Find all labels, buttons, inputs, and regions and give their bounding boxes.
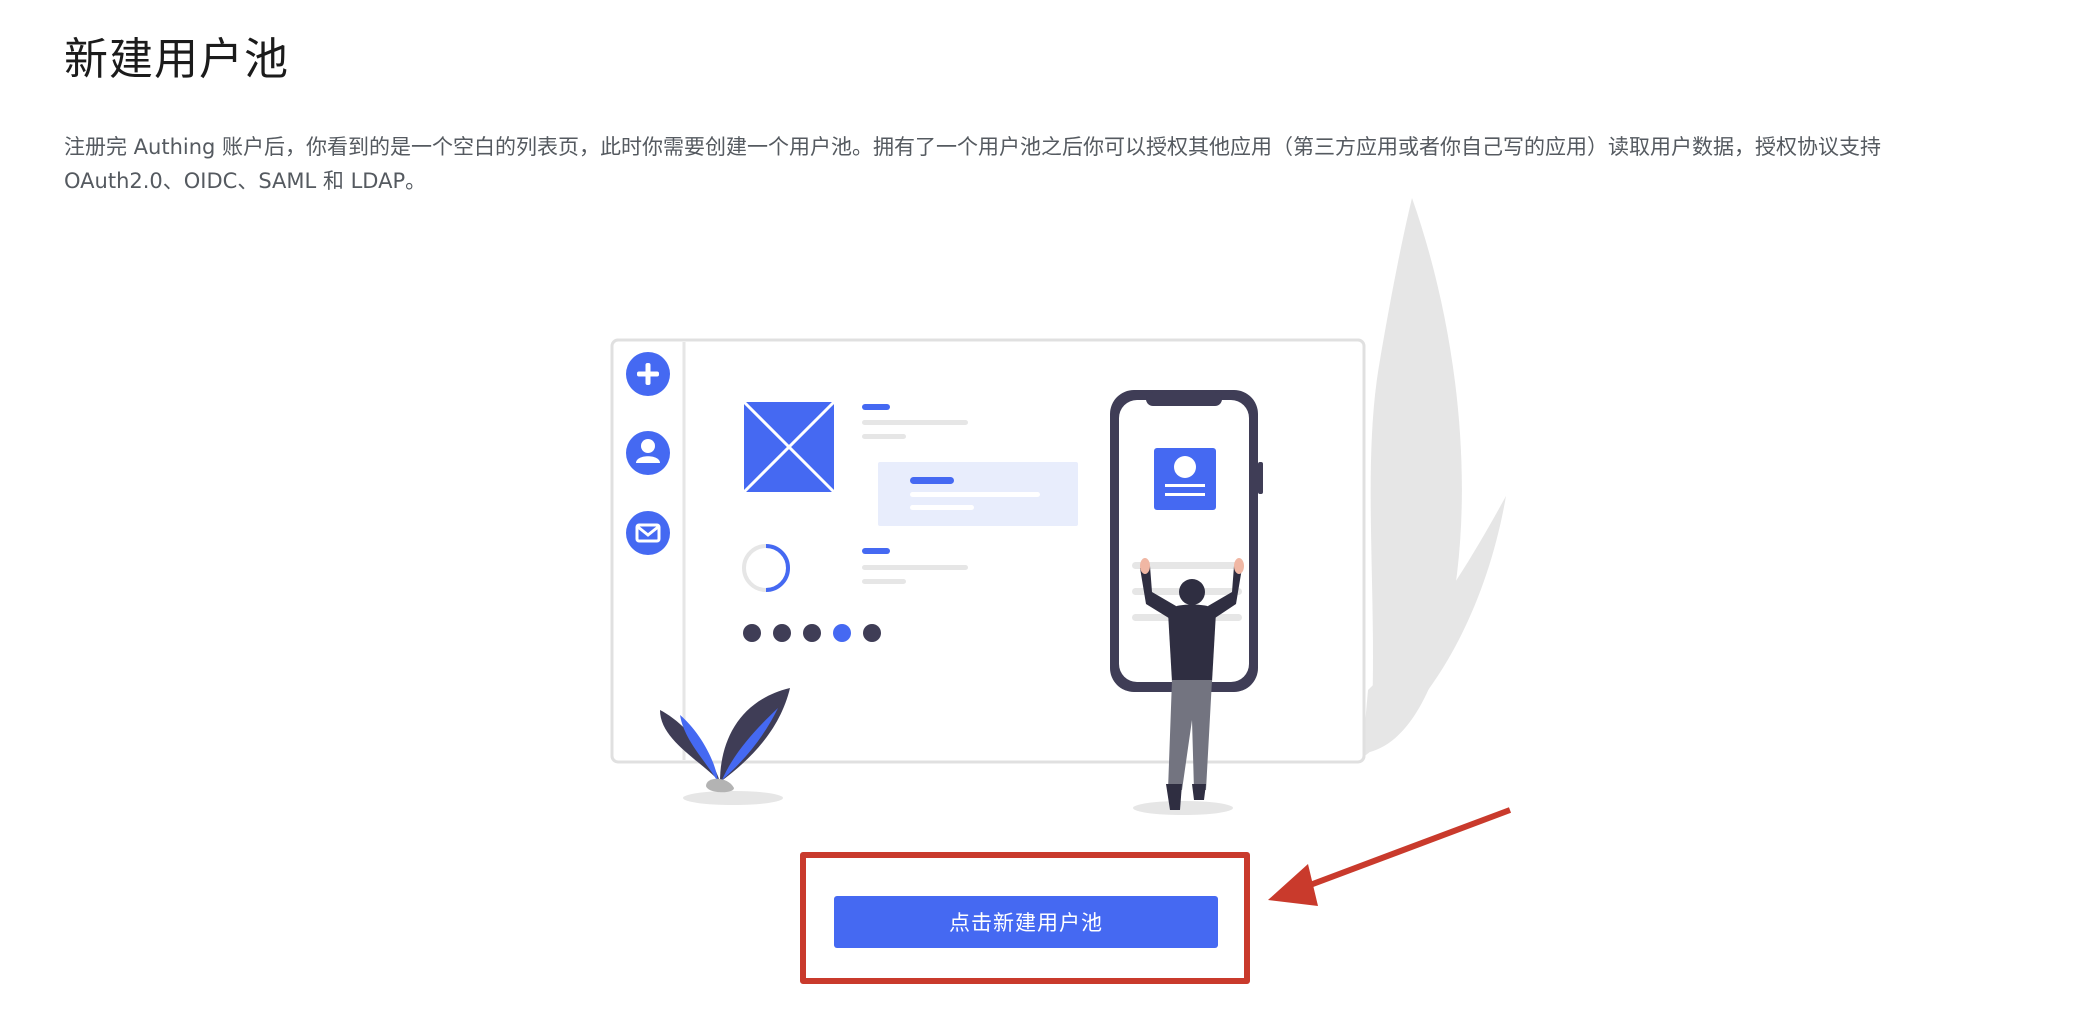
text-line: [862, 565, 968, 570]
background-leaf-shape: [1370, 198, 1462, 752]
red-arrow-icon: [1268, 807, 1512, 906]
person-figure: [1140, 558, 1244, 810]
text-line: [910, 505, 974, 510]
text-line: [862, 579, 906, 584]
text-line: [862, 548, 890, 554]
pagination-dots: [743, 624, 881, 642]
text-line: [862, 404, 890, 410]
text-line: [910, 492, 1040, 497]
content-card: [878, 462, 1078, 526]
background-leaf-shape-2: [1362, 496, 1506, 758]
plus-icon: [626, 352, 670, 396]
phone-icon: [1110, 390, 1263, 692]
plant-icon: [660, 688, 790, 793]
mail-icon: [626, 511, 670, 555]
text-line: [862, 434, 906, 439]
user-icon: [626, 431, 670, 475]
page-description: 注册完 Authing 账户后，你看到的是一个空白的列表页，此时你需要创建一个用…: [64, 135, 1882, 193]
page-title: 新建用户池: [64, 34, 289, 85]
text-line: [910, 477, 954, 484]
create-user-pool-button[interactable]: 点击新建用户池: [834, 896, 1218, 948]
app-window-frame: [610, 338, 1366, 764]
text-line: [862, 420, 968, 425]
plant-shadow: [683, 791, 783, 805]
loading-spinner-icon: [742, 544, 790, 592]
image-placeholder-icon: [742, 400, 836, 494]
person-shadow: [1133, 801, 1233, 815]
